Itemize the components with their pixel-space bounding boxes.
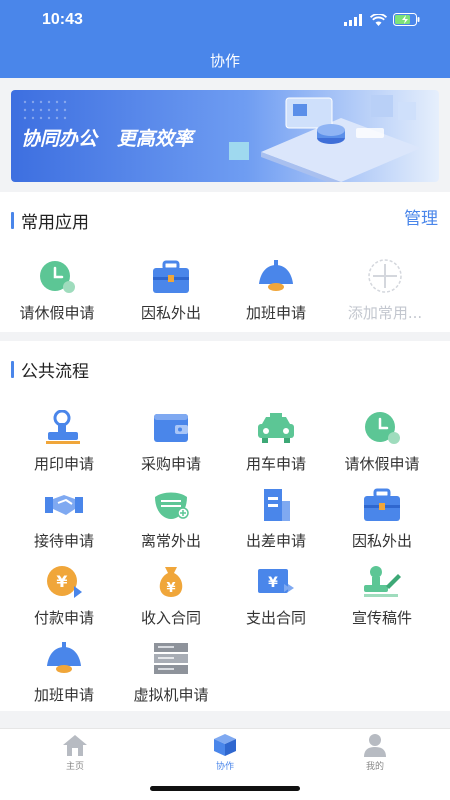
clock-icon — [35, 258, 79, 296]
mask-icon — [149, 486, 193, 524]
status-bar: 10:43 — [0, 0, 450, 40]
flow-label: 因私外出 — [351, 532, 412, 550]
flow-income-contract[interactable]: ¥ 收入合同 — [115, 563, 227, 633]
server-icon — [149, 640, 193, 678]
tab-label: 协作 — [215, 762, 234, 772]
section-marker — [11, 212, 14, 229]
flow-private-outing[interactable]: 因私外出 — [326, 486, 438, 556]
public-flow-title: 公共流程 — [11, 357, 89, 382]
app-leave-request[interactable]: 请休假申请 — [1, 258, 113, 328]
flow-business-trip[interactable]: 出差申请 — [220, 486, 332, 556]
flow-label: 虚拟机申请 — [133, 686, 209, 704]
tab-mine[interactable]: 我的 — [300, 733, 450, 772]
wallet-icon — [149, 409, 193, 447]
flow-label: 用车申请 — [245, 455, 306, 473]
svg-text:¥: ¥ — [56, 572, 67, 591]
banner-text: 协同办公 更高效率 — [21, 128, 193, 150]
signal-icon — [344, 13, 362, 26]
tab-label: 主页 — [65, 762, 84, 772]
public-flow-title-text: 公共流程 — [21, 362, 89, 382]
flow-vehicle-request[interactable]: 用车申请 — [220, 409, 332, 479]
lamp-icon — [42, 640, 86, 678]
yen-card-icon: ¥ — [254, 563, 298, 601]
flow-overtime-request[interactable]: 加班申请 — [8, 640, 120, 710]
tab-collaboration[interactable]: 协作 — [150, 733, 300, 772]
app-label: 请休假申请 — [19, 304, 95, 322]
lamp-icon — [254, 258, 298, 296]
manage-button[interactable]: 管理 — [404, 204, 438, 229]
header: 10:43 协作 — [0, 0, 450, 78]
battery-icon — [393, 13, 420, 26]
stamp-icon — [42, 409, 86, 447]
common-apps-title: 常用应用 — [11, 208, 89, 233]
flow-purchase-request[interactable]: 采购申请 — [115, 409, 227, 479]
app-overtime-request[interactable]: 加班申请 — [220, 258, 332, 328]
home-icon — [63, 735, 87, 756]
briefcase-icon — [149, 258, 193, 296]
building-icon — [254, 486, 298, 524]
flow-label: 接待申请 — [33, 532, 94, 550]
add-icon — [363, 258, 407, 296]
flow-label: 请休假申请 — [344, 455, 420, 473]
section-marker — [11, 361, 14, 378]
cube-icon — [214, 734, 236, 756]
home-indicator[interactable] — [150, 786, 300, 791]
flow-label: 用印申请 — [33, 455, 94, 473]
svg-text:¥: ¥ — [166, 581, 175, 596]
handshake-icon — [42, 486, 86, 524]
flow-label: 采购申请 — [140, 455, 201, 473]
tab-label: 我的 — [365, 762, 384, 772]
flow-label: 收入合同 — [140, 609, 201, 627]
clock-icon — [360, 409, 404, 447]
app-label: 因私外出 — [140, 304, 201, 322]
flow-payment-request[interactable]: ¥ 付款申请 — [8, 563, 120, 633]
flow-vm-request[interactable]: 虚拟机申请 — [115, 640, 227, 710]
status-time: 10:43 — [42, 11, 83, 28]
flow-expense-contract[interactable]: ¥ 支出合同 — [220, 563, 332, 633]
flow-label: 出差申请 — [245, 532, 306, 550]
tab-home[interactable]: 主页 — [0, 733, 150, 772]
status-icons — [344, 13, 420, 26]
common-apps-section: 常用应用 管理 请休假申请 因私外出 加班申请 添加常用... — [0, 192, 450, 332]
public-flow-section: 公共流程 用印申请 采购申请 用车申请 请休假申请 接待申请 离常外出 出差申请… — [0, 341, 450, 711]
flow-label: 离常外出 — [140, 532, 201, 550]
page-title: 协作 — [209, 52, 240, 70]
person-icon — [364, 734, 386, 757]
car-icon — [254, 409, 298, 447]
yen-coin-icon: ¥ — [42, 563, 86, 601]
flow-leave-request[interactable]: 请休假申请 — [326, 409, 438, 479]
flow-label: 宣传稿件 — [351, 609, 412, 627]
briefcase-icon — [360, 486, 404, 524]
flow-label: 付款申请 — [33, 609, 94, 627]
flow-reception-request[interactable]: 接待申请 — [8, 486, 120, 556]
app-private-outing[interactable]: 因私外出 — [115, 258, 227, 328]
banner[interactable]: 协同办公 更高效率 — [11, 90, 439, 182]
common-apps-title-text: 常用应用 — [21, 213, 89, 233]
svg-text:¥: ¥ — [268, 575, 278, 591]
wifi-icon — [370, 13, 387, 26]
flow-label: 加班申请 — [33, 686, 94, 704]
flow-publicity-article[interactable]: 宣传稿件 — [326, 563, 438, 633]
flow-label: 支出合同 — [245, 609, 306, 627]
app-label: 添加常用... — [347, 304, 423, 322]
app-add-common[interactable]: 添加常用... — [329, 258, 441, 328]
app-label: 加班申请 — [245, 304, 306, 322]
flow-leave-city[interactable]: 离常外出 — [115, 486, 227, 556]
money-bag-icon: ¥ — [149, 563, 193, 601]
flow-seal-request[interactable]: 用印申请 — [8, 409, 120, 479]
stamp-pen-icon — [360, 563, 404, 601]
